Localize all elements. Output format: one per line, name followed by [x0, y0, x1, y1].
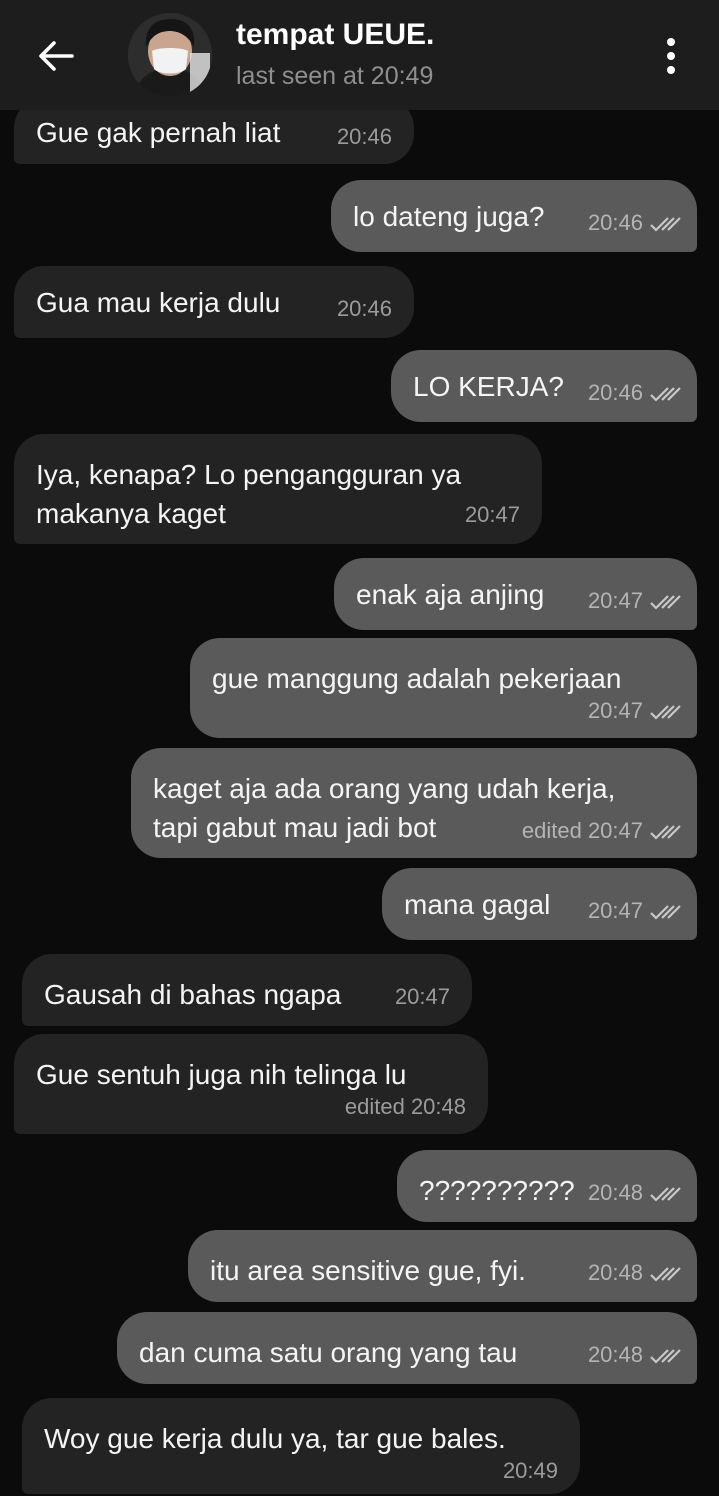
message-text: gue manggung adalah pekerjaan — [212, 663, 622, 694]
message-text: LO KERJA? — [413, 371, 564, 402]
message-outgoing[interactable]: enak aja anjing 20:47 — [334, 558, 697, 630]
last-seen-status: last seen at 20:49 — [236, 62, 434, 90]
message-text: dan cuma satu orang yang tau — [139, 1337, 518, 1368]
message-incoming[interactable]: Gausah di bahas ngapa 20:47 — [22, 954, 472, 1026]
message-time: 20:46 — [587, 210, 643, 235]
message-outgoing[interactable]: mana gagal 20:47 — [382, 868, 697, 940]
double-check-icon — [650, 217, 681, 232]
message-text: ?????????? — [419, 1175, 575, 1206]
message-outgoing[interactable]: gue manggung adalah pekerjaan 20:47 — [190, 638, 697, 738]
message-incoming[interactable]: Woy gue kerja dulu ya, tar gue bales. 20… — [22, 1398, 580, 1494]
message-time: 20:48 — [587, 1342, 643, 1367]
message-text-line-1: kaget aja ada orang yang udah kerja, — [153, 773, 616, 804]
message-time: edited 20:47 — [521, 818, 643, 843]
double-check-icon — [650, 905, 681, 920]
message-time: 20:47 — [394, 984, 450, 1009]
message-text: enak aja anjing — [356, 579, 545, 610]
message-meta: edited 20:47 — [522, 812, 683, 850]
message-outgoing[interactable]: itu area sensitive gue, fyi. 20:48 — [188, 1230, 697, 1302]
message-outgoing[interactable]: lo dateng juga? 20:46 — [331, 180, 697, 252]
double-check-icon — [650, 595, 681, 610]
message-time: 20:47 — [587, 698, 643, 723]
message-text: mana gagal — [404, 889, 551, 920]
message-time: 20:47 — [587, 588, 643, 613]
double-check-icon — [650, 1349, 681, 1364]
message-outgoing[interactable]: ?????????? 20:48 — [397, 1150, 697, 1222]
message-incoming[interactable]: Iya, kenapa? Lo pengangguran ya makanya … — [14, 434, 542, 544]
back-arrow-icon[interactable] — [34, 36, 78, 76]
message-text: Gua mau kerja dulu — [36, 287, 281, 318]
double-check-icon — [650, 1187, 681, 1202]
message-text: itu area sensitive gue, fyi. — [210, 1255, 526, 1286]
chat-title: tempat UEUE. — [236, 18, 435, 51]
message-incoming[interactable]: Gua mau kerja dulu 20:46 — [14, 266, 414, 338]
message-time: 20:46 — [587, 380, 643, 405]
message-text: lo dateng juga? — [353, 201, 545, 232]
message-time: 20:46 — [336, 296, 392, 321]
message-time: 20:46 — [336, 124, 392, 149]
message-text: Gausah di bahas ngapa — [44, 979, 342, 1010]
message-time: 20:49 — [502, 1458, 558, 1483]
avatar-image — [128, 13, 212, 97]
message-meta: 20:46 — [588, 204, 683, 242]
message-text: Woy gue kerja dulu ya, tar gue bales. — [44, 1423, 506, 1454]
message-meta: 20:47 — [588, 892, 683, 930]
message-meta: 20:47 — [588, 692, 683, 730]
message-text-line-2: makanya kaget — [36, 498, 226, 529]
message-list[interactable]: Gue gak pernah liat 20:46 lo dateng juga… — [0, 0, 719, 1496]
message-meta: 20:48 — [588, 1174, 683, 1212]
message-text: Gue gak pernah liat — [36, 117, 281, 148]
message-meta: 20:47 — [588, 582, 683, 620]
avatar[interactable] — [128, 13, 212, 97]
message-time: 20:48 — [587, 1260, 643, 1285]
double-check-icon — [650, 1267, 681, 1282]
message-text-line-2: tapi gabut mau jadi bot — [153, 812, 437, 843]
double-check-icon — [650, 825, 681, 840]
double-check-icon — [650, 705, 681, 720]
message-incoming[interactable]: Gue sentuh juga nih telinga lu edited 20… — [14, 1034, 488, 1134]
message-meta: 20:48 — [588, 1336, 683, 1374]
message-text-line-1: Iya, kenapa? Lo pengangguran ya — [36, 459, 462, 490]
message-outgoing[interactable]: dan cuma satu orang yang tau 20:48 — [117, 1312, 697, 1384]
message-time: 20:47 — [464, 502, 520, 527]
message-time: edited 20:48 — [344, 1094, 466, 1119]
message-time: 20:48 — [587, 1180, 643, 1205]
message-time: 20:47 — [587, 898, 643, 923]
message-outgoing[interactable]: kaget aja ada orang yang udah kerja, tap… — [131, 748, 697, 858]
chat-header: tempat UEUE. last seen at 20:49 — [0, 0, 719, 110]
more-options-icon[interactable] — [656, 34, 686, 78]
message-outgoing[interactable]: LO KERJA? 20:46 — [391, 350, 697, 422]
message-meta: 20:48 — [588, 1254, 683, 1292]
message-meta: 20:46 — [588, 374, 683, 412]
double-check-icon — [650, 387, 681, 402]
